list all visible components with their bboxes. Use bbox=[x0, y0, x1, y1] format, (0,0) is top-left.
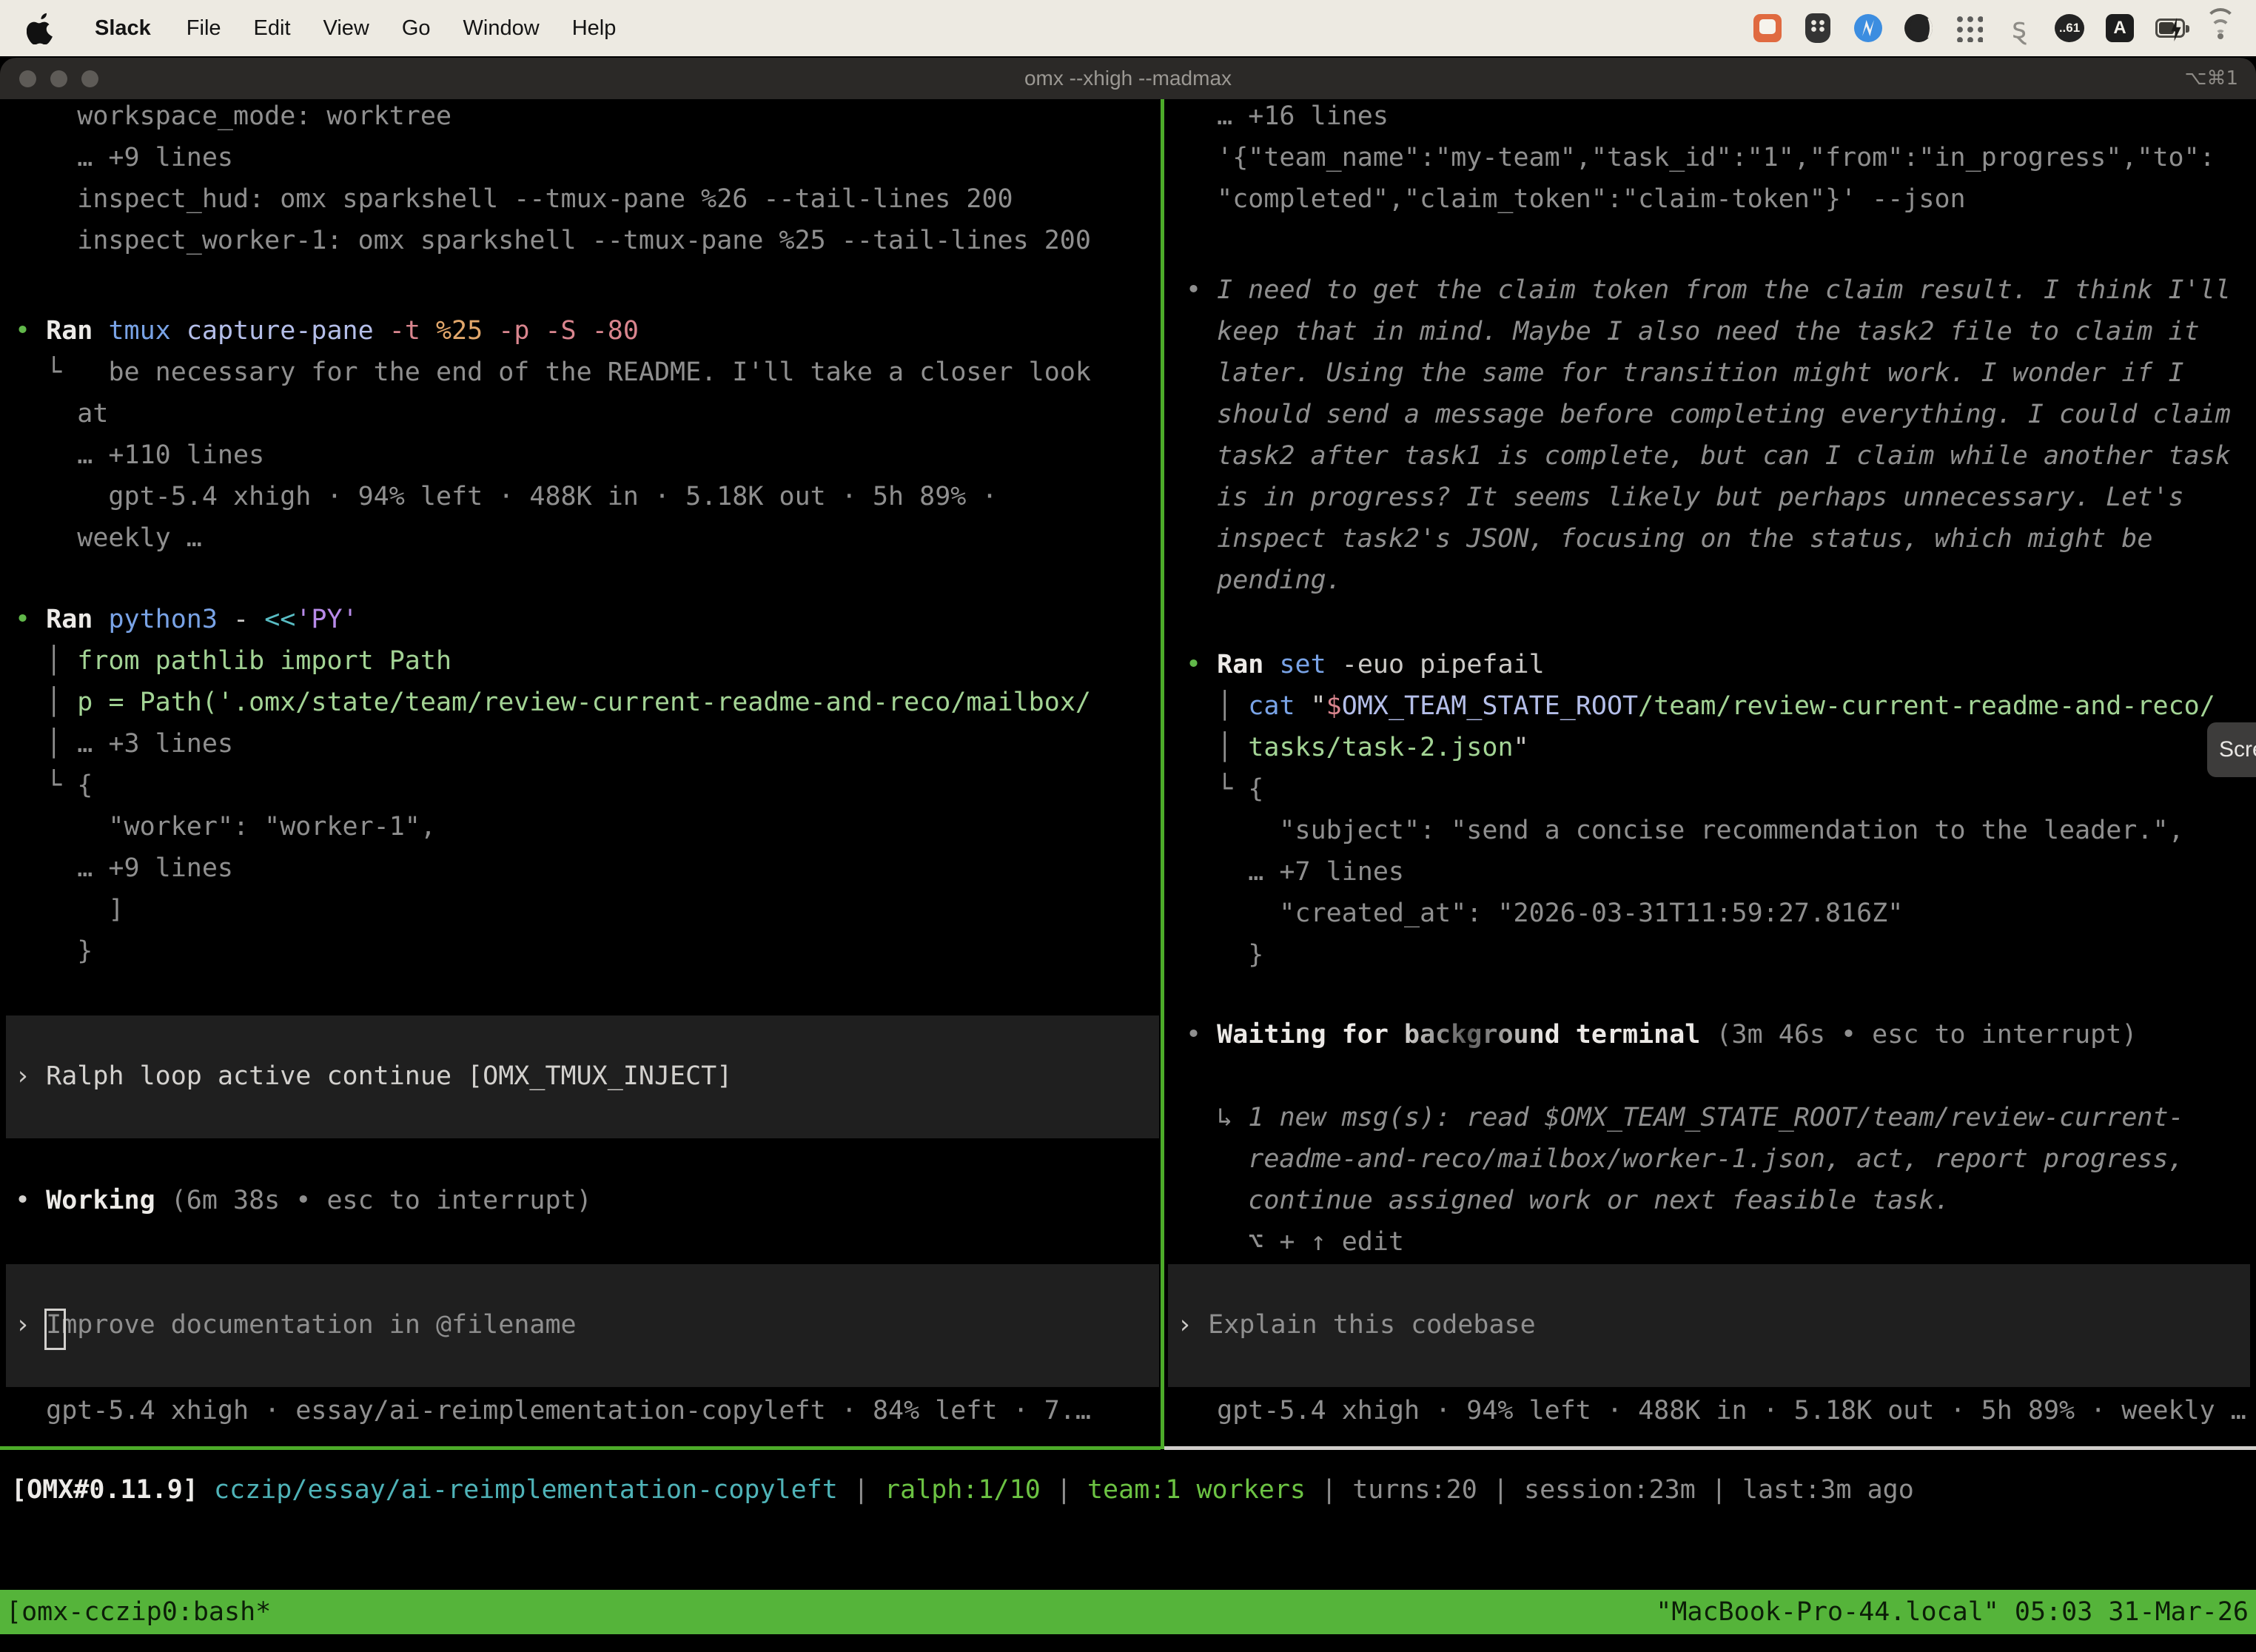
apple-logo-icon[interactable] bbox=[27, 12, 56, 44]
right-json-tail-output: … +16 lines '{"team_name":"my-team","tas… bbox=[1186, 95, 2215, 220]
ralph-loop-banner: › Ralph loop active continue [OMX_TMUX_I… bbox=[6, 1015, 1159, 1138]
tmux-status-bar: [omx-cczip0:bash* "MacBook-Pro-44.local"… bbox=[0, 1590, 2256, 1634]
menu-item-slack[interactable]: Slack bbox=[95, 16, 151, 41]
crescent-disk-icon[interactable] bbox=[1904, 13, 1933, 43]
right-waiting-status: • Waiting for background terminal (3m 46… bbox=[1186, 1014, 2137, 1055]
left-tmux-command-block: • Ran tmux capture-pane -t %25 -p -S -80… bbox=[15, 310, 1091, 559]
menu-item-go[interactable]: Go bbox=[402, 16, 431, 41]
menu-item-view[interactable]: View bbox=[323, 16, 369, 41]
chat-app-icon[interactable] bbox=[1753, 13, 1782, 43]
dots-grid-icon[interactable] bbox=[1954, 13, 1984, 43]
window-shortcut-hint: ⌥⌘1 bbox=[2184, 67, 2238, 90]
tmux-session-name[interactable]: [omx-cczip0:bash* bbox=[6, 1590, 271, 1634]
menubar-status-icons: ȿ ..61 A bbox=[1753, 13, 2235, 43]
tmux-host-clock: "MacBook-Pro-44.local" 05:03 31-Mar-26 bbox=[1656, 1590, 2249, 1634]
left-intro-output: workspace_mode: worktree … +9 lines insp… bbox=[15, 95, 1091, 261]
menu-item-help[interactable]: Help bbox=[572, 16, 617, 41]
keyboard-layout-icon[interactable]: A bbox=[2105, 13, 2135, 43]
right-mailbox-message: ↳ 1 new msg(s): read $OMX_TEAM_STATE_ROO… bbox=[1186, 1097, 2184, 1263]
tmux-pane-divider[interactable] bbox=[1161, 99, 1164, 1449]
window-title: omx --xhigh --madmax bbox=[0, 67, 2256, 90]
right-session-status-line: gpt-5.4 xhigh · 94% left · 488K in · 5.1… bbox=[1186, 1390, 2246, 1431]
menu-items[interactable]: Slack File Edit View Go Window Help bbox=[78, 16, 632, 41]
left-python-command-block: • Ran python3 - <<'PY' │ from pathlib im… bbox=[15, 599, 1091, 972]
omx-status-bar: [OMX#0.11.9] cczip/essay/ai-reimplementa… bbox=[11, 1469, 1914, 1511]
menu-item-edit[interactable]: Edit bbox=[254, 16, 291, 41]
left-prompt-input[interactable]: › Improve documentation in @filename bbox=[6, 1264, 1159, 1387]
left-working-status: • Working (6m 38s • esc to interrupt) bbox=[15, 1180, 592, 1221]
menu-item-file[interactable]: File bbox=[187, 16, 221, 41]
compass-icon[interactable] bbox=[1853, 13, 1883, 43]
window-titlebar[interactable]: omx --xhigh --madmax ⌥⌘1 bbox=[0, 58, 2256, 99]
badge-61-icon[interactable]: ..61 bbox=[2055, 13, 2084, 43]
right-cat-command-block: • Ran set -euo pipefail │ cat "$OMX_TEAM… bbox=[1186, 644, 2215, 976]
right-thinking-text: • I need to get the claim token from the… bbox=[1186, 269, 2231, 601]
right-pane-border bbox=[1164, 1446, 2256, 1450]
right-prompt-input[interactable]: › Explain this codebase bbox=[1168, 1264, 2250, 1387]
grid-shield-icon[interactable] bbox=[1803, 13, 1833, 43]
wifi-icon[interactable] bbox=[2206, 13, 2235, 43]
screen-edge-tooltip: Scre bbox=[2207, 722, 2256, 777]
left-session-status-line: gpt-5.4 xhigh · essay/ai-reimplementatio… bbox=[15, 1390, 1091, 1431]
menu-bar: Slack File Edit View Go Window Help ȿ ..61 A bbox=[0, 0, 2256, 56]
s-curve-icon[interactable]: ȿ bbox=[2004, 13, 2034, 43]
menu-item-window[interactable]: Window bbox=[463, 16, 540, 41]
terminal-window: omx --xhigh --madmax ⌥⌘1 workspace_mode:… bbox=[0, 58, 2256, 1652]
battery-icon[interactable] bbox=[2155, 13, 2185, 43]
left-pane-border bbox=[0, 1446, 1161, 1450]
